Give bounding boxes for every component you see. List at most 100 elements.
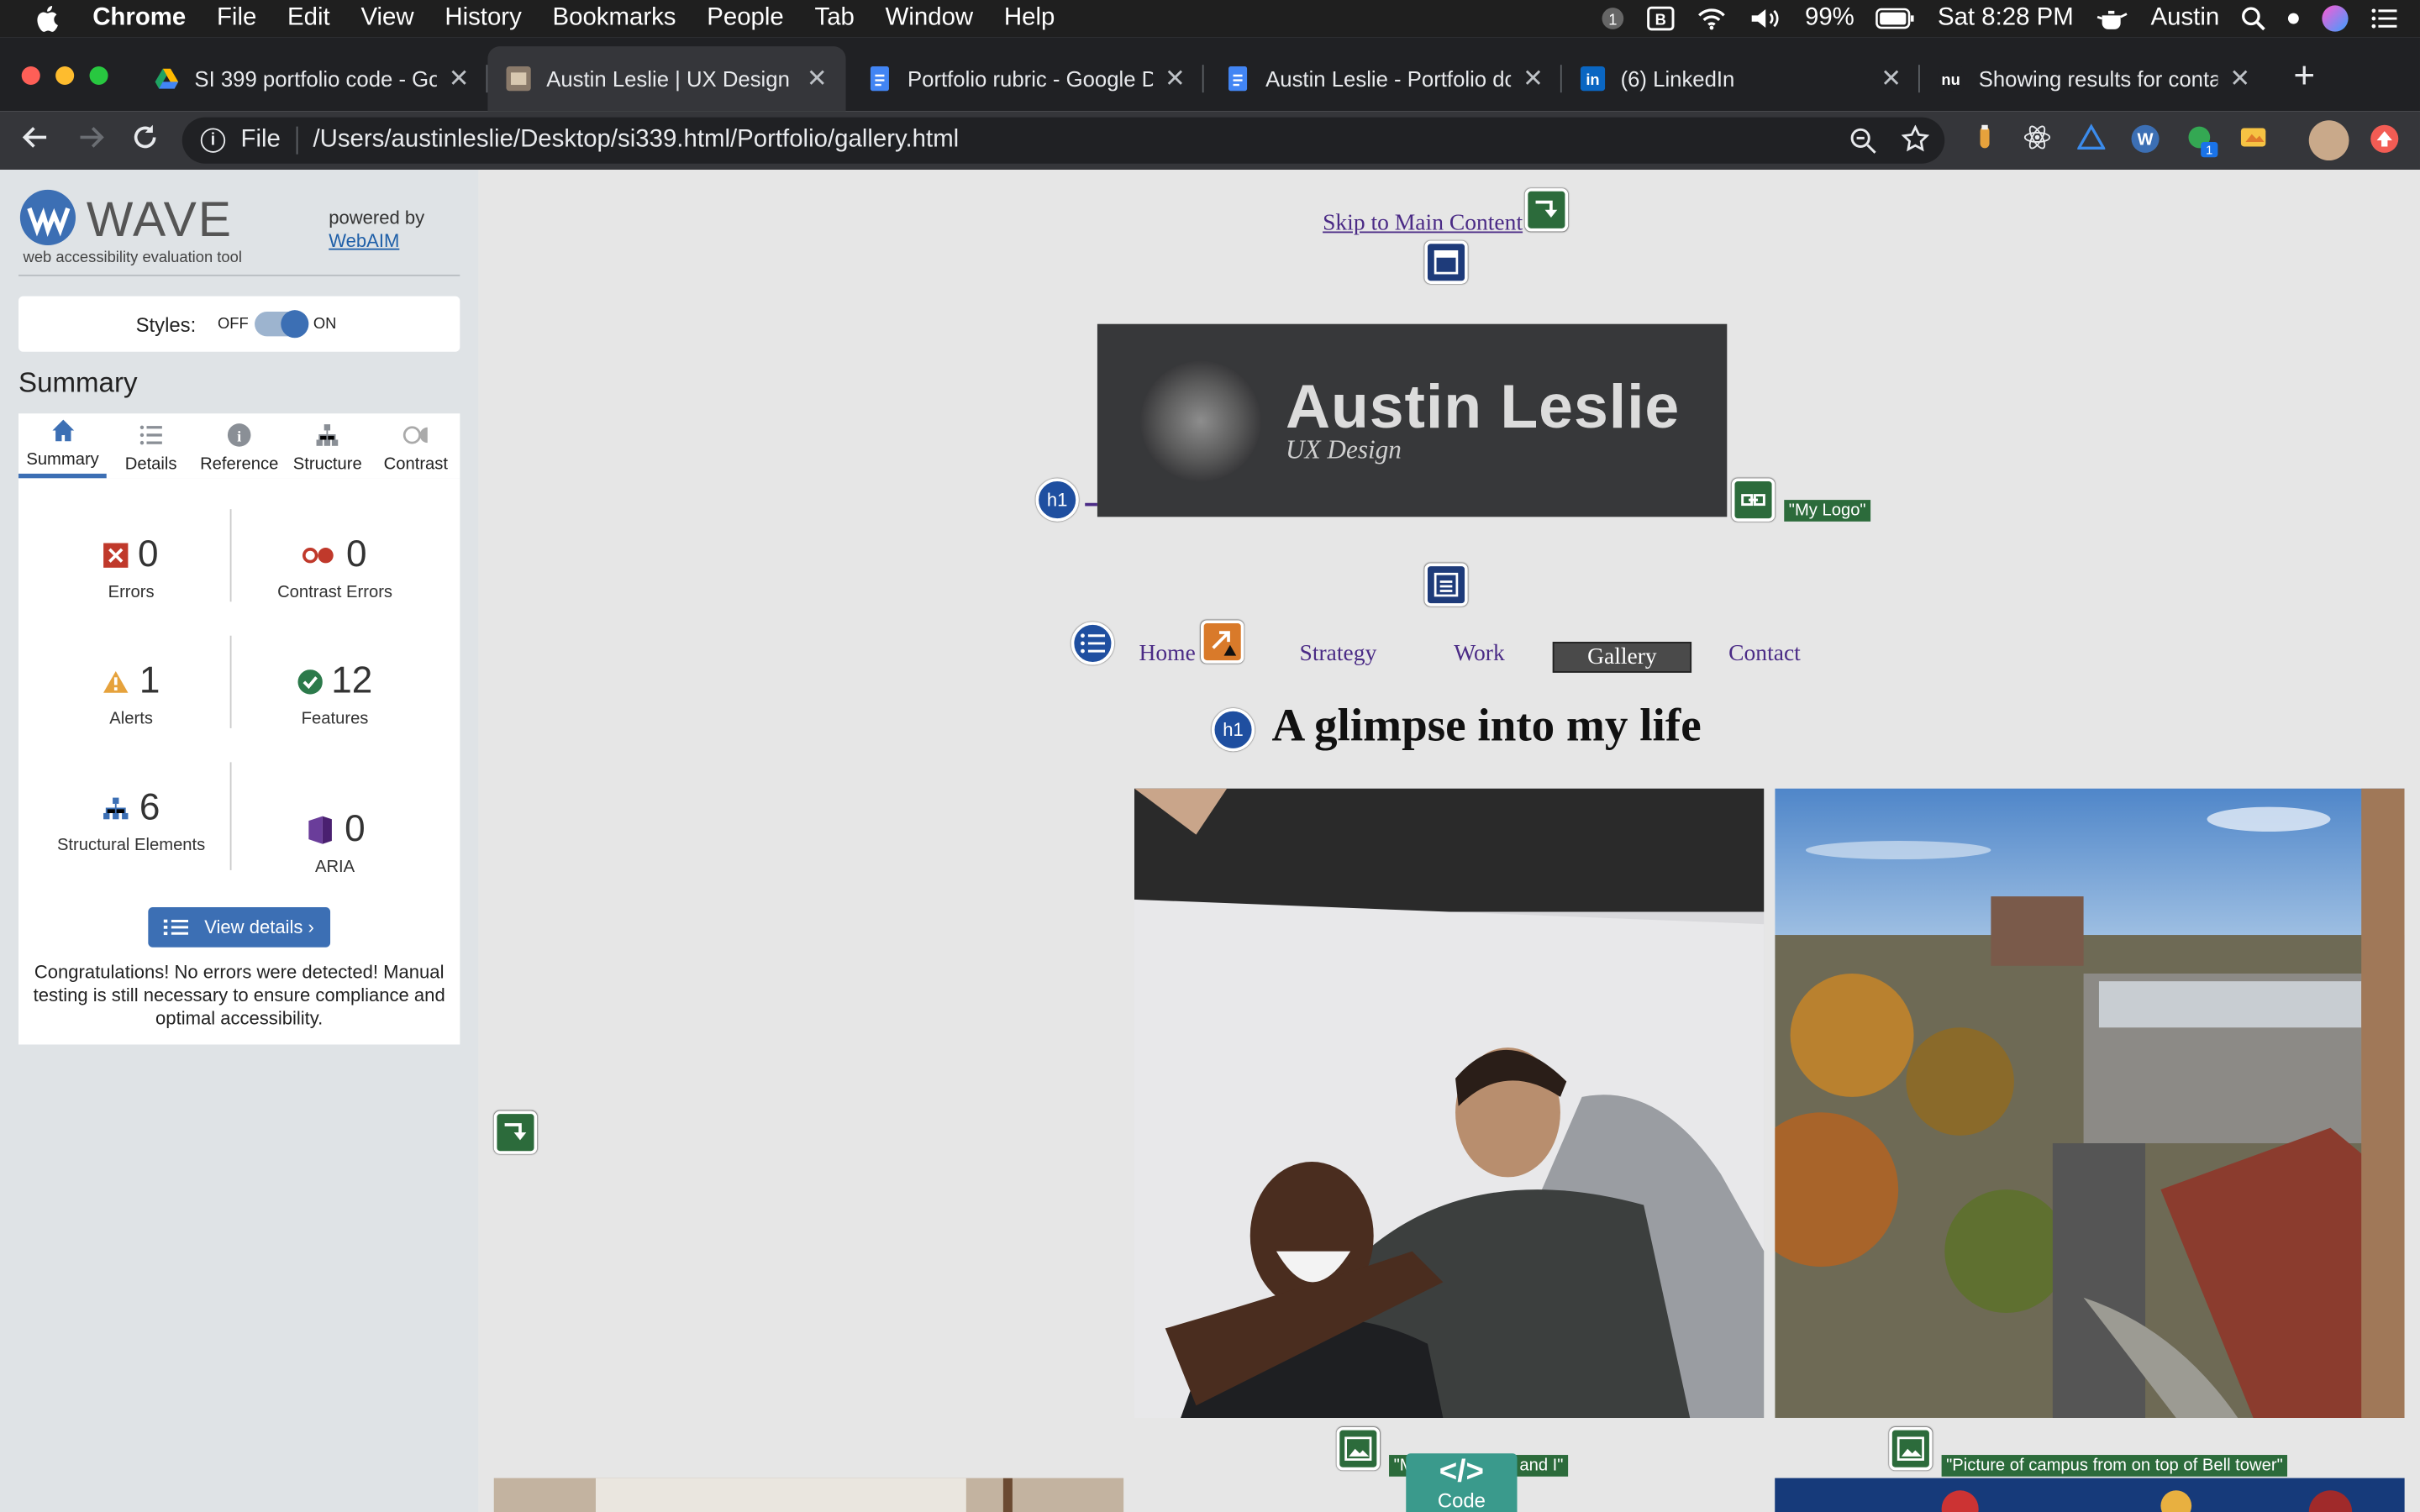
stat-contrast-errors[interactable]: 0 Contrast Errors	[234, 534, 435, 604]
nav-home[interactable]: Home	[1139, 642, 1196, 668]
spotlight-search-icon[interactable]	[2241, 6, 2265, 31]
notification-center-icon[interactable]	[2370, 8, 2398, 29]
menu-tab[interactable]: Tab	[815, 5, 855, 33]
structural-label: Structural Elements	[56, 836, 206, 855]
tab-summary[interactable]: Summary	[18, 413, 108, 479]
stat-alerts[interactable]: 1 Alerts	[31, 660, 232, 730]
menu-view[interactable]: View	[360, 5, 413, 33]
tab-close-icon[interactable]: ✕	[807, 63, 828, 94]
list-icon	[139, 423, 163, 447]
menu-bookmarks[interactable]: Bookmarks	[553, 5, 676, 33]
nav-strategy[interactable]: Strategy	[1300, 642, 1377, 668]
stat-errors[interactable]: 0 Errors	[31, 534, 232, 604]
page-title: A glimpse into my life	[1271, 700, 1702, 752]
volume-icon[interactable]	[1749, 6, 1783, 30]
menu-edit[interactable]: Edit	[287, 5, 330, 33]
address-bar[interactable]: i File /Users/austinleslie/Desktop/si339…	[182, 117, 1945, 164]
reload-icon[interactable]	[131, 123, 159, 159]
zoom-icon[interactable]	[1849, 127, 1876, 162]
menu-app-name[interactable]: Chrome	[92, 5, 186, 33]
tab-close-icon[interactable]: ✕	[1165, 63, 1186, 94]
stat-aria[interactable]: 0 ARIA	[234, 808, 435, 878]
nav-gallery-active[interactable]: Gallery	[1552, 642, 1692, 673]
tab-contrast[interactable]: Contrast	[371, 413, 460, 478]
dot-icon	[2287, 13, 2300, 25]
wave-code-toggle-button[interactable]: </> Code	[1406, 1453, 1518, 1512]
tab-details[interactable]: Details	[107, 413, 195, 478]
extension-bottle-icon[interactable]	[1971, 123, 1999, 151]
wave-tabs: Summary Details i Reference Structure Co…	[18, 413, 460, 479]
tab-close-icon[interactable]: ✕	[1881, 63, 1902, 94]
yellow-extension-icon[interactable]	[2239, 123, 2267, 151]
friends-photo[interactable]	[1134, 788, 1765, 1418]
browser-tab[interactable]: Austin Leslie - Portfolio do ✕	[1207, 46, 1562, 111]
skip-target-feature-icon[interactable]	[493, 1110, 538, 1154]
browser-tab[interactable]: Portfolio rubric - Google D ✕	[849, 46, 1204, 111]
chrome-update-icon[interactable]	[2370, 124, 2399, 153]
image-alt-icon[interactable]	[1336, 1426, 1381, 1471]
back-arrow-icon[interactable]	[22, 123, 50, 159]
h1-structure-icon[interactable]: h1	[1035, 478, 1079, 522]
menu-window[interactable]: Window	[886, 5, 974, 33]
header-landmark-icon[interactable]	[1424, 240, 1468, 284]
new-tab-button[interactable]: +	[2293, 55, 2315, 98]
wifi-icon[interactable]	[1697, 6, 1728, 30]
h1-structure-icon[interactable]: h1	[1211, 708, 1255, 752]
window-close-button[interactable]	[21, 66, 40, 86]
menubar-clock[interactable]: Sat 8:28 PM	[1938, 5, 2074, 33]
unordered-list-icon[interactable]	[1071, 622, 1115, 665]
webaim-link[interactable]: WebAIM	[329, 230, 399, 252]
react-devtools-icon[interactable]	[2023, 123, 2051, 151]
logo-alt-label: "My Logo"	[1784, 500, 1871, 522]
triangle-extension-icon[interactable]	[2076, 123, 2107, 151]
green-extension-icon[interactable]: 1	[2186, 123, 2218, 158]
gallery-photo-partial[interactable]	[1775, 1478, 2405, 1512]
view-details-button[interactable]: View details ›	[148, 906, 331, 948]
campus-photo[interactable]	[1775, 788, 2405, 1418]
apple-icon[interactable]	[34, 5, 65, 33]
menu-people[interactable]: People	[707, 5, 784, 33]
nav-work[interactable]: Work	[1454, 642, 1505, 668]
image-alt-icon[interactable]	[1889, 1426, 1933, 1471]
tab-close-icon[interactable]: ✕	[1523, 63, 1544, 94]
battery-icon[interactable]	[1876, 8, 1917, 29]
address-url[interactable]: /Users/austinleslie/Desktop/si339.html/P…	[313, 127, 959, 155]
browser-tab[interactable]: in (6) LinkedIn ✕	[1562, 46, 1920, 111]
siri-icon[interactable]	[2321, 5, 2349, 33]
menu-help[interactable]: Help	[1004, 5, 1055, 33]
menubar-user[interactable]: Austin	[2151, 5, 2220, 33]
window-zoom-button[interactable]	[89, 66, 108, 86]
stat-features[interactable]: 12 Features	[234, 660, 435, 730]
tab-close-icon[interactable]: ✕	[449, 63, 470, 94]
gallery-photo-partial[interactable]	[493, 1478, 1124, 1512]
site-logo[interactable]: Austin Leslie UX Design	[1097, 323, 1728, 517]
tab-structure[interactable]: Structure	[283, 413, 371, 478]
skip-link-feature-icon[interactable]	[1524, 188, 1569, 232]
bookmark-star-icon[interactable]	[1901, 124, 1930, 160]
forward-arrow-icon[interactable]	[77, 123, 105, 159]
redundant-link-alert-icon[interactable]	[1200, 620, 1244, 664]
menu-file[interactable]: File	[217, 5, 256, 33]
wave-extension-icon[interactable]: W	[2130, 123, 2160, 153]
browser-tab-strip: SI 399 portfolio code - Go ✕ Austin Lesl…	[0, 37, 2420, 112]
styles-toggle[interactable]	[255, 310, 309, 339]
skip-to-main-link[interactable]: Skip to Main Content	[1323, 212, 1523, 238]
nav-contact[interactable]: Contact	[1728, 642, 1801, 668]
menu-history[interactable]: History	[445, 5, 521, 33]
linkedin-icon: in	[1580, 66, 1606, 92]
app-b-icon[interactable]: B	[1647, 6, 1676, 31]
tab-reference[interactable]: i Reference	[195, 413, 283, 478]
browser-tab-active[interactable]: Austin Leslie | UX Design ✕	[487, 46, 846, 112]
window-minimize-button[interactable]	[55, 66, 75, 86]
browser-tab[interactable]: SI 399 portfolio code - Go ✕	[136, 46, 488, 111]
stat-structural[interactable]: 6 Structural Elements	[31, 787, 232, 857]
profile-avatar[interactable]	[2308, 120, 2349, 161]
linked-image-alt-icon[interactable]	[1731, 478, 1776, 522]
tab-close-icon[interactable]: ✕	[2229, 63, 2250, 94]
browser-toolbar: i File /Users/austinleslie/Desktop/si339…	[0, 111, 2420, 171]
teapot-icon[interactable]	[2095, 6, 2128, 30]
notification-badge-icon[interactable]: 1	[1602, 6, 1626, 30]
navigation-landmark-icon[interactable]	[1424, 563, 1468, 606]
browser-tab[interactable]: nu Showing results for conta ✕	[1920, 46, 2269, 111]
site-info-icon[interactable]: i	[200, 128, 226, 153]
